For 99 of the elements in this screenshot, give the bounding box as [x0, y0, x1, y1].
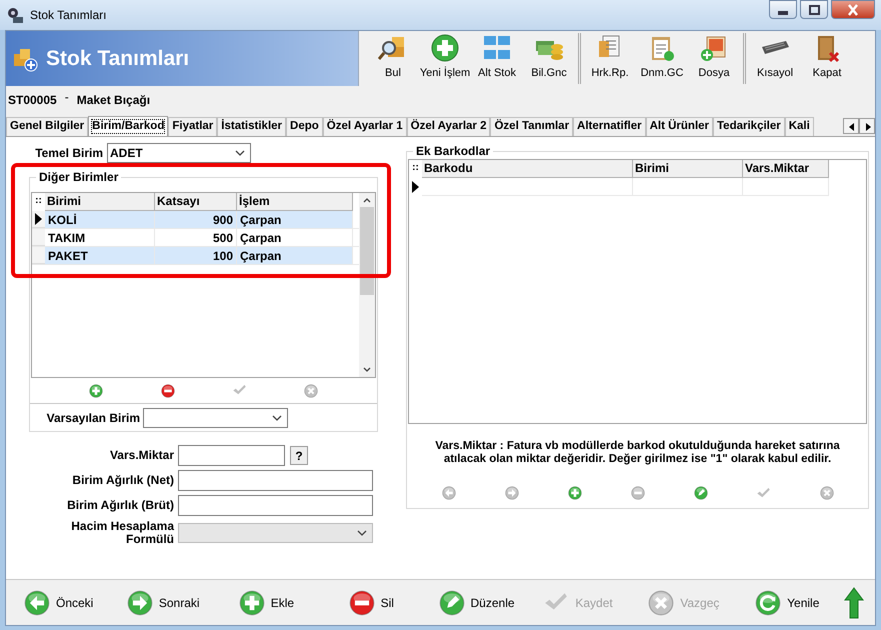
note-text: Vars.Miktar : Fatura vb modüllerde barkod okutulduğunda hareket satırına atılacak olan miktar değeridir. Değer girilmez ise "1" olarak kabul edilir. [434, 440, 841, 466]
table-cell: Çarpan [237, 211, 353, 228]
toolbar-button[interactable]: Alt Stok [471, 31, 523, 86]
column-header: Vars.Miktar [743, 160, 829, 178]
column-header: Birimi [45, 193, 155, 211]
edit-icon [438, 590, 464, 616]
app-icon [6, 6, 24, 24]
up-arrow-icon [844, 586, 864, 618]
minimize-button[interactable] [769, 0, 797, 19]
refresh-icon [755, 590, 782, 616]
minus-icon [348, 590, 375, 616]
help-button[interactable]: ? [290, 446, 308, 465]
tab[interactable]: Özel Ayarlar 2 [406, 117, 490, 136]
table-cell: PAKET [45, 247, 155, 264]
scroll-left-button[interactable] [843, 118, 859, 134]
field-label: Birim Ağırlık (Net) [71, 474, 174, 487]
tab[interactable]: Özel Tanımlar [490, 117, 574, 136]
window-title: Stok Tanımları [30, 7, 106, 24]
header-title: Stok Tanımları [46, 46, 190, 72]
minimize-icon [778, 10, 788, 14]
remove-icon [630, 486, 644, 500]
cancel-icon [304, 384, 318, 398]
tab[interactable]: Genel Bilgiler [6, 117, 88, 136]
scroll-top-button[interactable] [843, 586, 865, 620]
column-header: Katsayı [155, 193, 237, 211]
edit-icon [694, 486, 708, 500]
base-unit-select[interactable]: ADET [107, 143, 251, 163]
tab[interactable]: Fiyatlar [168, 117, 218, 136]
input-field[interactable] [178, 470, 373, 491]
cancel-icon [648, 590, 674, 616]
tab[interactable]: Depo [286, 117, 323, 136]
check-icon [756, 486, 771, 500]
separator-text: - [64, 89, 69, 106]
grid-button[interactable] [692, 485, 708, 501]
input-field[interactable] [178, 445, 285, 466]
toolbar-button[interactable]: Düzenle [438, 586, 544, 618]
forward-icon [504, 486, 518, 500]
toolbar-button[interactable]: Bil.Gnc [523, 31, 575, 86]
toolbar-button[interactable]: Hrk.Rp. [584, 31, 636, 86]
indicator-header: :: [34, 194, 43, 208]
toolbar-button[interactable]: Önceki [24, 586, 127, 618]
toolbar-button[interactable]: Yenile [755, 586, 844, 618]
plus-icon [430, 32, 460, 62]
table-cell: Çarpan [237, 247, 353, 264]
field-label: Temel Birim [34, 145, 103, 162]
tab[interactable]: Birim/Barkod [88, 116, 168, 136]
table-cell: 100 [155, 247, 237, 264]
chevron-down-icon [356, 528, 368, 538]
tab[interactable]: Alternatifler [573, 117, 646, 136]
column-header: Birimi [633, 160, 743, 178]
scrollbar-thumb[interactable] [360, 207, 374, 295]
tab[interactable]: İstatistikler [217, 117, 286, 136]
tab[interactable]: Özel Ayarlar 1 [322, 117, 407, 136]
scroll-right-button[interactable] [859, 118, 875, 134]
tab[interactable]: Kali [784, 117, 814, 136]
toolbar-button[interactable]: Yeni İşlem [419, 31, 471, 86]
toolbar-button[interactable]: Ekle [238, 586, 349, 618]
cancel-icon [820, 486, 834, 500]
row-indicator-icon [35, 213, 42, 225]
field-label: Vars.Miktar [108, 449, 174, 462]
table-cell: KOLİ [45, 211, 155, 228]
toolbar-button[interactable]: Dosya [688, 31, 740, 86]
field-label: Hacim Hesaplama Formülü [70, 520, 174, 546]
grid-button[interactable] [566, 485, 582, 501]
toolbar-button[interactable]: Sil [348, 586, 438, 618]
field-label: Birim Ağırlık (Brüt) [66, 499, 174, 512]
add-icon [568, 486, 582, 500]
chevron-down-icon [234, 148, 246, 158]
grid-button[interactable] [88, 382, 104, 398]
toolbar-button[interactable]: Dnm.GC [636, 31, 688, 86]
toolbar-button[interactable]: Bul [367, 31, 419, 86]
toolbar-button[interactable]: Sonraki [126, 586, 239, 618]
back-icon [442, 486, 456, 500]
forward-icon [126, 590, 153, 616]
field-label: Varsayılan Birim [46, 410, 140, 427]
record-name: Maket Bıçağı [76, 92, 150, 109]
close-button[interactable] [831, 0, 875, 19]
group-title: Diğer Birimler [36, 169, 122, 185]
back-icon [24, 590, 50, 616]
table-cell: TAKIM [45, 229, 155, 246]
record-code: ST00005 [8, 92, 57, 109]
maximize-icon [808, 4, 820, 14]
add-icon [88, 384, 103, 398]
tab[interactable]: Alt Ürünler [646, 117, 714, 136]
chevron-down-icon [271, 413, 283, 423]
indicator-header: :: [411, 161, 420, 175]
grid-button[interactable] [160, 382, 176, 398]
toolbar-button[interactable]: Kısayol [749, 31, 801, 86]
tab[interactable]: Tedarikçiler [713, 117, 785, 136]
plus-icon [238, 590, 265, 616]
column-header: İşlem [237, 193, 353, 211]
column-header: Barkodu [422, 160, 633, 178]
input-field[interactable] [178, 495, 373, 516]
close-icon [848, 4, 858, 16]
default-unit-select[interactable] [143, 408, 288, 428]
table-cell: 900 [155, 211, 237, 228]
toolbar-button[interactable]: Kapat [801, 31, 853, 86]
maximize-button[interactable] [800, 0, 828, 19]
remove-icon [160, 384, 175, 398]
